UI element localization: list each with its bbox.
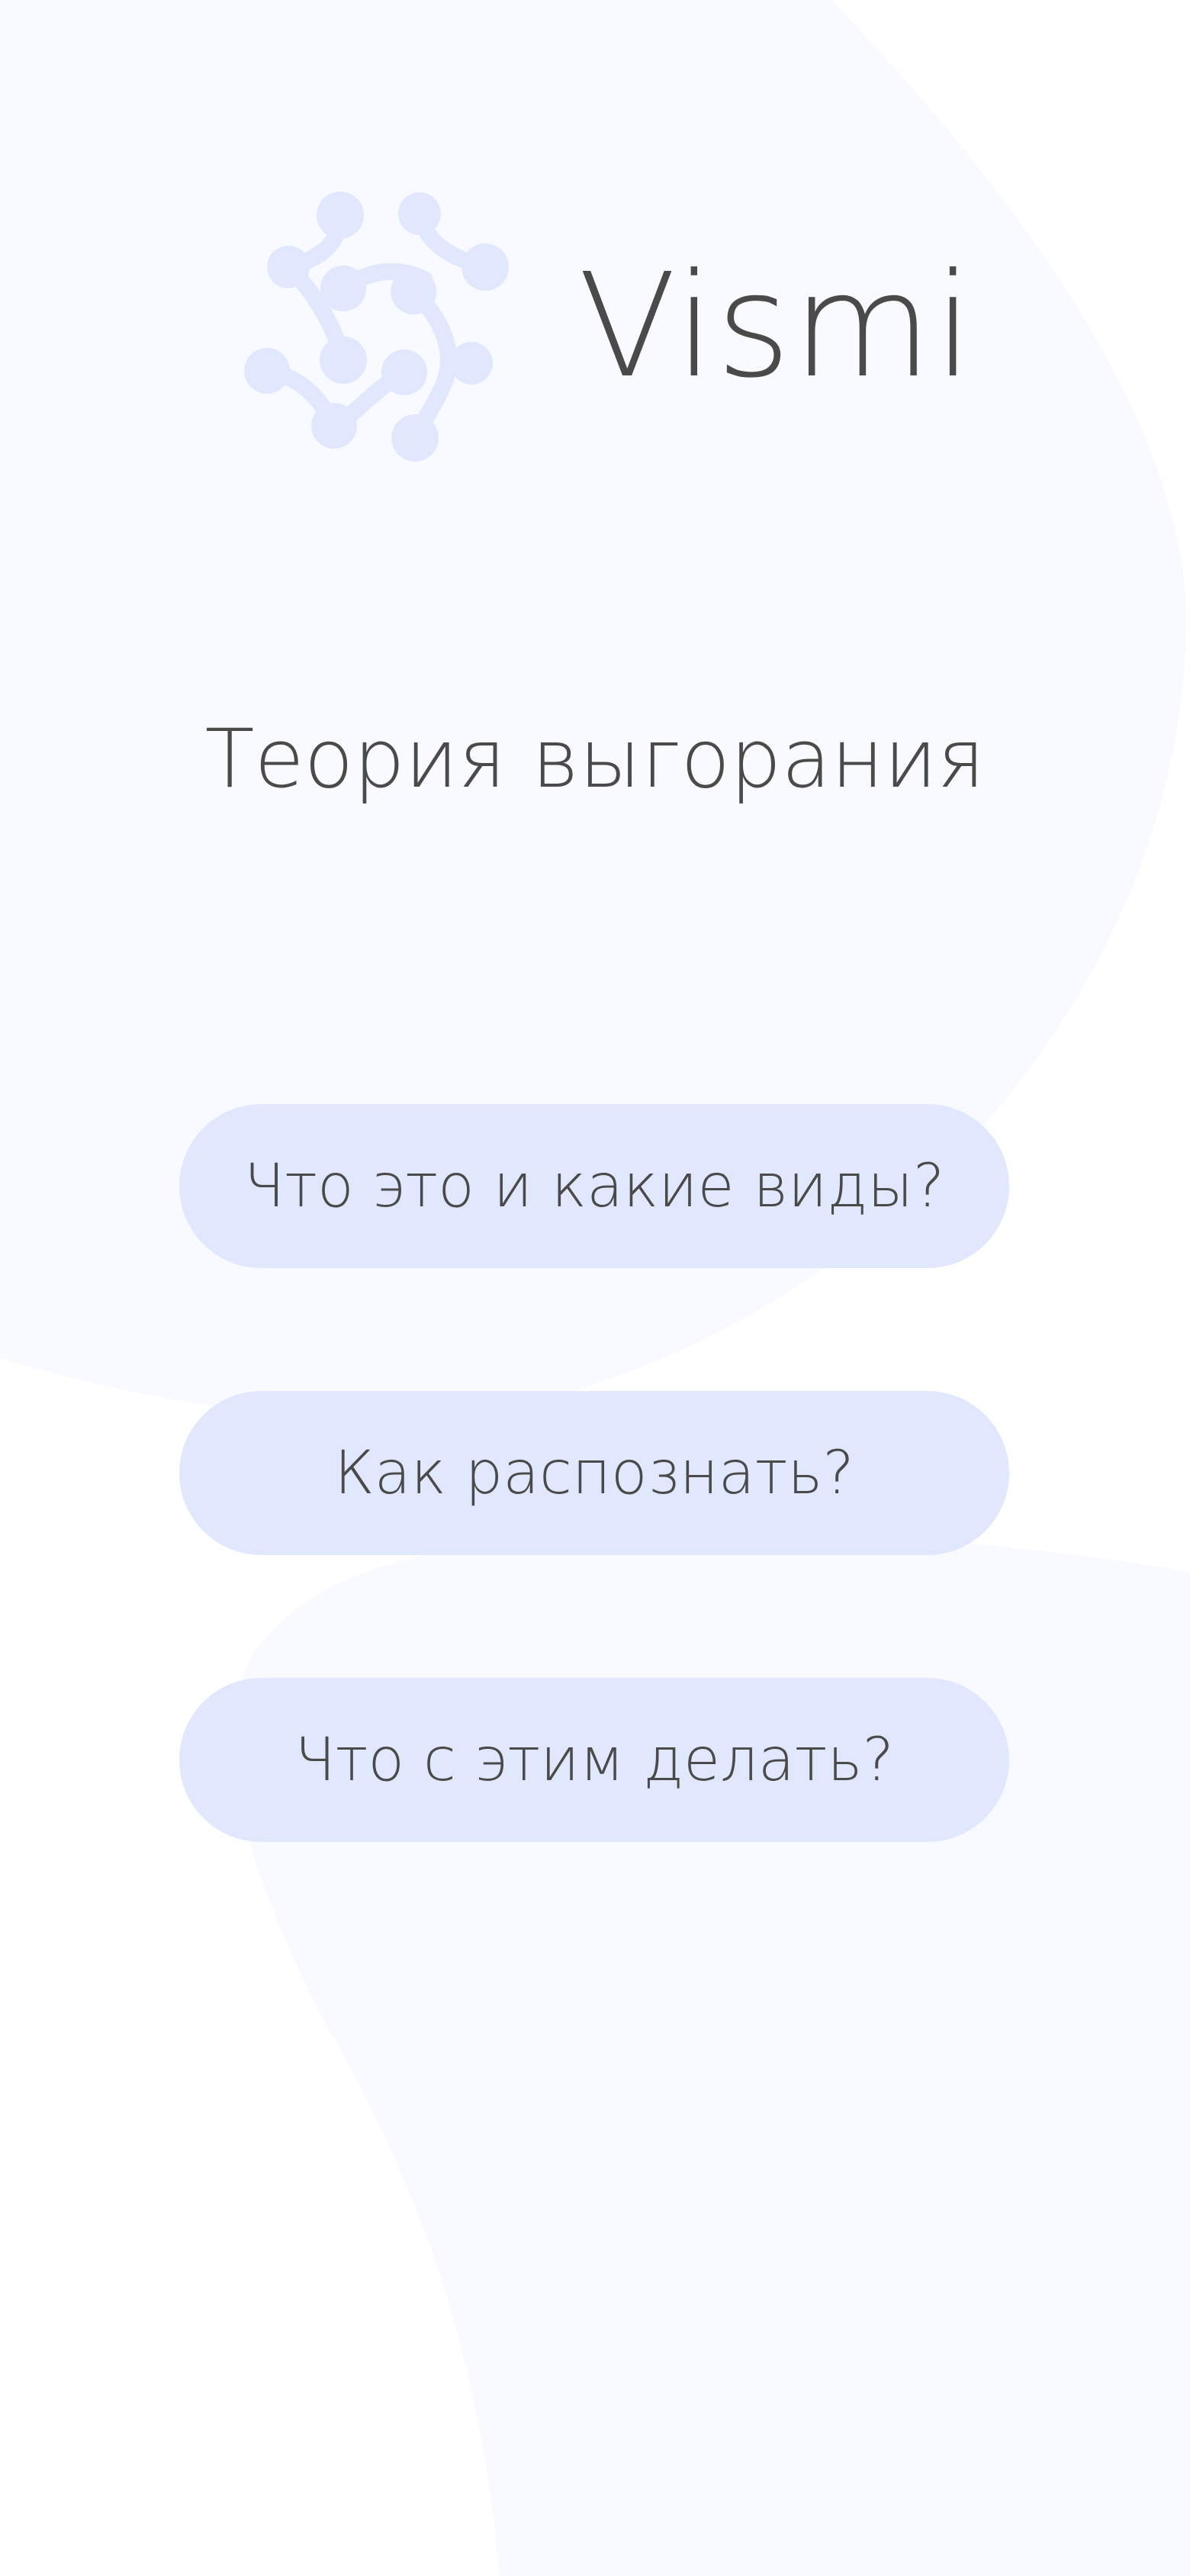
menu: Что это и какие виды? Как распознать? Чт… xyxy=(179,1104,1009,1965)
page-title: Теория выгорания xyxy=(204,712,986,806)
molecule-knot-icon xyxy=(244,192,509,462)
how-to-recognize-button[interactable]: Как распознать? xyxy=(179,1391,1009,1555)
what-is-it-button[interactable]: Что это и какие виды? xyxy=(179,1104,1009,1268)
what-to-do-button[interactable]: Что с этим делать? xyxy=(179,1678,1009,1842)
app-name: Vismi xyxy=(578,243,976,410)
app-logo: Vismi xyxy=(229,183,992,473)
